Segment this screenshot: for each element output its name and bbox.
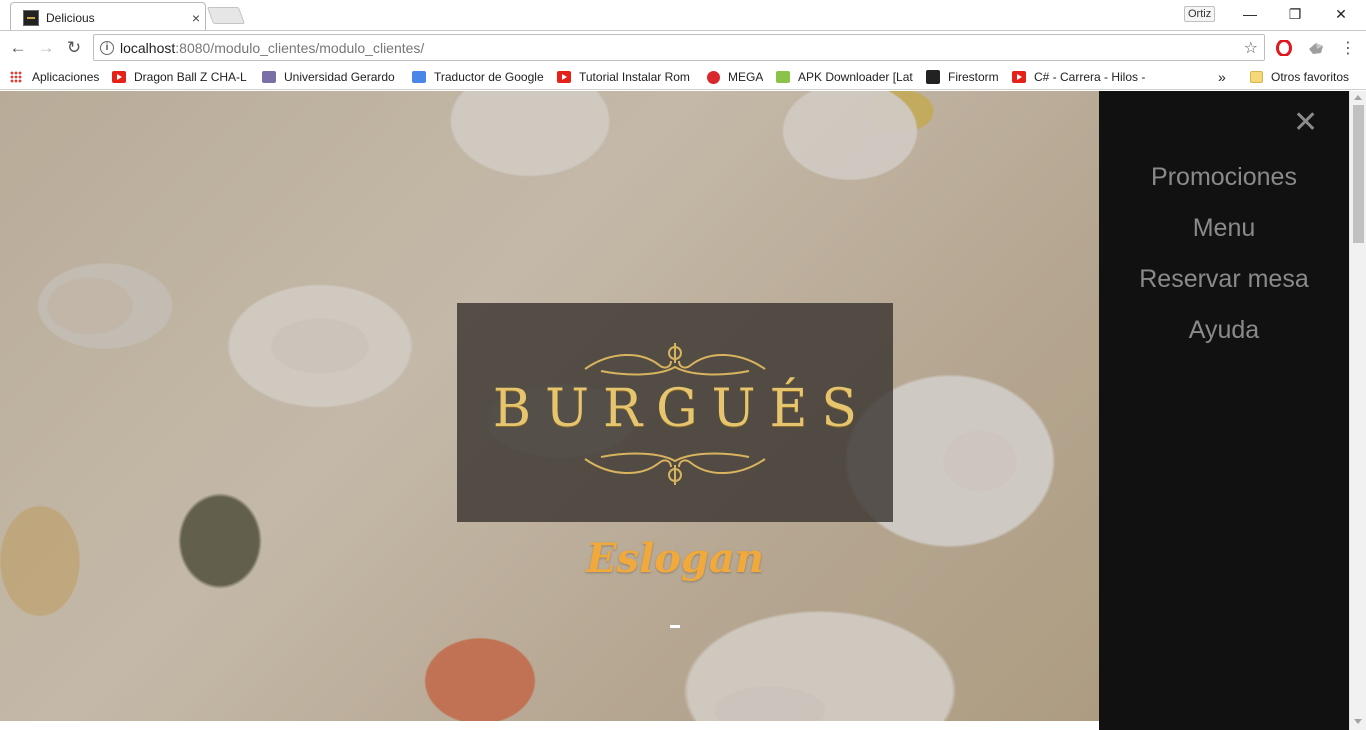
tab-title: Delicious [46, 11, 95, 25]
youtube-icon [557, 71, 571, 83]
back-arrow-icon[interactable]: ← [7, 37, 29, 59]
logo-box: BURGUÉS [457, 303, 893, 522]
scroll-down-arrow-icon[interactable] [1354, 719, 1362, 724]
firestorm-icon [926, 70, 940, 84]
bookmark-label: C# - Carrera - Hilos - [1034, 70, 1146, 84]
bookmark-label: MEGA [728, 70, 764, 84]
bookmark-apk-downloader[interactable]: APK Downloader [Lat [776, 68, 914, 86]
close-menu-icon[interactable]: ✕ [1293, 108, 1318, 138]
menu-dots-icon[interactable]: ⋮ [1339, 39, 1357, 57]
bookmark-apps[interactable]: Aplicaciones [10, 68, 99, 86]
bookmark-firestorm[interactable]: Firestorm [926, 68, 999, 86]
url-path: :8080/modulo_clientes/modulo_clientes/ [175, 39, 425, 56]
browser-toolbar: ← → ↻ i localhost:8080/modulo_clientes/m… [0, 30, 1366, 64]
close-window-button[interactable]: ✕ [1318, 2, 1364, 26]
youtube-icon [112, 71, 126, 83]
bookmark-star-icon[interactable]: ☆ [1244, 38, 1258, 58]
url-host: localhost [120, 39, 176, 56]
bookmark-other-favorites[interactable]: Otros favoritos [1250, 68, 1349, 86]
minimize-button[interactable]: — [1227, 2, 1273, 26]
bookmark-label: Traductor de Google [434, 70, 544, 84]
page-scrollbar[interactable] [1349, 91, 1366, 730]
scroll-indicator [670, 625, 680, 628]
bookmark-traductor[interactable]: Traductor de Google [412, 68, 552, 86]
mega-icon [707, 70, 720, 84]
youtube-icon [1012, 71, 1026, 83]
bookmark-label: Otros favoritos [1271, 70, 1350, 84]
bookmark-label: Universidad Gerardo [284, 70, 395, 84]
profile-button[interactable]: Ortiz [1184, 6, 1216, 22]
forward-arrow-icon[interactable]: → [35, 37, 57, 59]
bookmark-mega[interactable]: MEGA [707, 68, 763, 86]
menu-item-promociones[interactable]: Promociones [1099, 163, 1349, 192]
page-viewport: BURGUÉS Eslogan ✕ Promociones Menu Reser… [0, 91, 1366, 730]
info-icon[interactable]: i [100, 40, 114, 55]
university-icon [262, 71, 276, 83]
bookmark-label: Firestorm [948, 70, 999, 84]
tab-strip: Delicious × Ortiz — ❐ ✕ [0, 0, 1366, 30]
tab-close-icon[interactable]: × [189, 10, 203, 26]
menu-item-ayuda[interactable]: Ayuda [1099, 316, 1349, 345]
side-navigation-menu: ✕ Promociones Menu Reservar mesa Ayuda [1099, 91, 1349, 730]
bookmark-csharp[interactable]: C# - Carrera - Hilos - [1012, 68, 1152, 86]
apk-icon [776, 71, 790, 83]
menu-item-menu[interactable]: Menu [1099, 214, 1349, 243]
maximize-button[interactable]: ❐ [1272, 2, 1318, 26]
bottom-flourish-ornament [584, 452, 766, 485]
bookmarks-bar: Aplicaciones Dragon Ball Z CHA-L Univers… [0, 64, 1366, 90]
folder-icon [1250, 71, 1263, 83]
logo-wordmark: BURGUÉS [492, 379, 872, 439]
address-bar[interactable]: i localhost:8080/modulo_clientes/modulo_… [93, 34, 1265, 61]
hero-background-image: BURGUÉS Eslogan [0, 91, 1099, 721]
google-translate-icon [412, 71, 426, 83]
bookmark-label: Dragon Ball Z CHA-L [134, 70, 247, 84]
scrollbar-thumb[interactable] [1353, 105, 1364, 243]
scroll-up-arrow-icon[interactable] [1354, 95, 1362, 100]
browser-tab[interactable]: Delicious × [10, 2, 206, 30]
bookmark-label: Aplicaciones [32, 70, 100, 84]
reload-icon[interactable]: ↻ [63, 37, 85, 59]
extension-icon[interactable] [1307, 39, 1325, 57]
bookmarks-overflow-icon[interactable]: » [1218, 68, 1226, 86]
bookmark-tutorial[interactable]: Tutorial Instalar Rom [557, 68, 693, 86]
new-tab-button[interactable] [206, 7, 246, 24]
slogan: Eslogan [457, 535, 893, 582]
apps-grid-icon [10, 71, 22, 83]
bookmark-dragon-ball[interactable]: Dragon Ball Z CHA-L [112, 68, 252, 86]
bookmark-label: APK Downloader [Lat [798, 70, 913, 84]
bookmark-label: Tutorial Instalar Rom [579, 70, 690, 84]
slogan-text: Eslogan [586, 535, 764, 582]
site-favicon-icon [23, 10, 39, 26]
menu-item-reservar-mesa[interactable]: Reservar mesa [1099, 265, 1349, 294]
opera-extension-icon[interactable] [1275, 39, 1293, 57]
bookmark-universidad[interactable]: Universidad Gerardo [262, 68, 398, 86]
